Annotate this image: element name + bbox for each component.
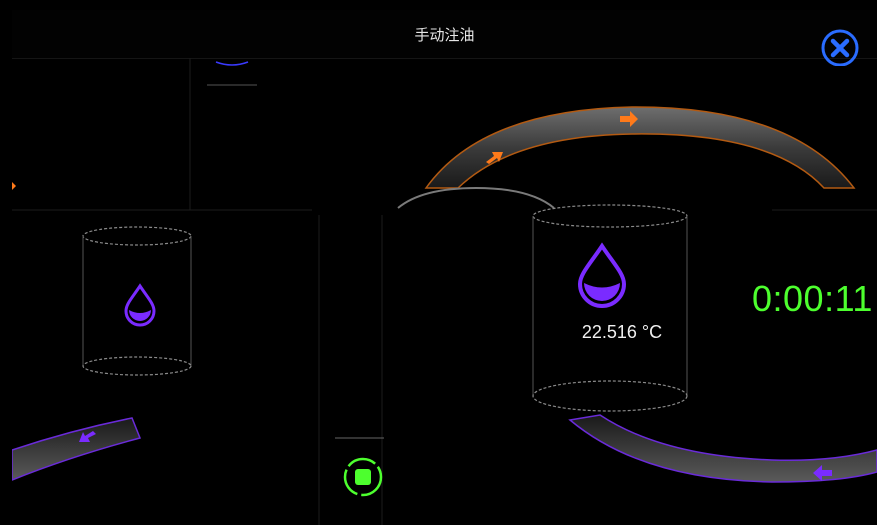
manual-oiling-window: 手动注油 22.516 °C 0:00:11 <box>12 10 877 525</box>
elapsed-timer: 0:00:11 <box>752 278 873 319</box>
lower-return-pipe <box>568 414 877 483</box>
title-bar: 手动注油 <box>12 10 877 67</box>
process-diagram <box>12 20 877 525</box>
oil-drop-icon <box>124 283 156 327</box>
tank-temperature-readout: 22.516 °C <box>581 322 663 342</box>
close-icon <box>821 29 859 67</box>
stop-button[interactable] <box>341 455 385 499</box>
right-oil-tank <box>532 204 688 412</box>
close-button[interactable] <box>818 24 860 67</box>
oil-drop-icon <box>577 242 627 308</box>
left-return-pipe <box>12 417 142 481</box>
window-title: 手动注油 <box>414 26 475 44</box>
upper-feed-pipe <box>424 106 856 189</box>
left-oil-tank <box>82 226 192 376</box>
center-arch <box>397 186 555 209</box>
flow-arrow-icon <box>12 182 16 190</box>
background-structure <box>12 20 877 525</box>
top-fitting <box>215 61 249 66</box>
stop-icon <box>343 457 383 497</box>
